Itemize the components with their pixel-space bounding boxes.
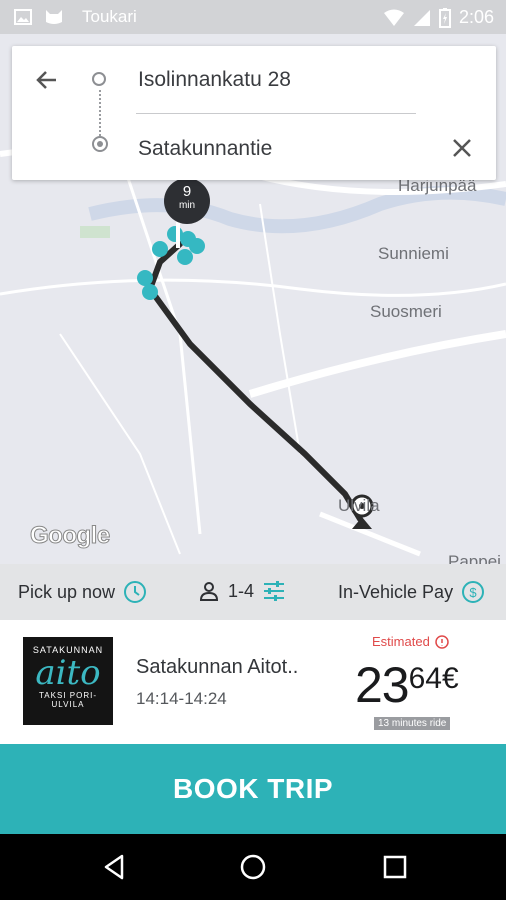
price-decimal: 64€ — [408, 662, 459, 695]
person-icon — [199, 582, 219, 601]
passengers-label: 1-4 — [228, 580, 255, 601]
payment-label: In-Vehicle Pay — [338, 581, 454, 602]
map-label-pappei: Pappei — [448, 552, 501, 564]
home-nav-icon[interactable] — [238, 852, 268, 882]
eta-unit: min — [178, 200, 196, 211]
provider-name: Satakunnan Aitot.. — [136, 656, 299, 678]
map-label-sunniemi: Sunniemi — [378, 244, 449, 263]
pickup-time-option[interactable]: Pick up now — [18, 580, 147, 604]
book-trip-button[interactable]: BOOK TRIP — [0, 744, 506, 834]
price: 2364€ — [355, 656, 459, 714]
gallery-icon — [14, 9, 32, 25]
google-attribution: Google — [30, 522, 111, 550]
origin-marker-icon — [92, 72, 106, 86]
estimated-indicator: Estimated — [372, 634, 449, 649]
sliders-icon — [264, 581, 285, 601]
signal-icon — [413, 9, 430, 26]
cat-icon — [46, 10, 62, 24]
clock-icon — [124, 581, 147, 603]
taxi-provider-row[interactable]: SATAKUNNAN aito TAKSI PORI-ULVILA Sataku… — [0, 620, 506, 744]
pickup-label: Pick up now — [18, 581, 116, 602]
wifi-icon — [383, 9, 404, 26]
map-label-suosmeri: Suosmeri — [370, 302, 442, 321]
destination-input[interactable] — [136, 136, 420, 162]
trip-options-bar: Pick up now 1-4 In-Vehicle Pay $ — [0, 564, 506, 620]
eta-bubble: 9 min — [164, 178, 210, 224]
pickup-window: 14:14-14:24 — [136, 689, 227, 708]
system-nav-bar — [0, 834, 506, 900]
map-label-ulvila: Ulvila — [338, 496, 380, 515]
status-time: 2:06 — [458, 7, 494, 27]
dollar-icon: $ — [462, 581, 485, 603]
payment-option[interactable]: In-Vehicle Pay $ — [338, 580, 485, 604]
info-icon[interactable] — [435, 634, 449, 649]
destination-marker-icon — [92, 136, 108, 152]
back-arrow-icon[interactable] — [32, 66, 60, 94]
route-search-card — [12, 46, 496, 180]
ride-duration-badge: 13 minutes ride — [374, 717, 451, 730]
status-bar: Toukari 2:06 — [0, 0, 506, 34]
origin-input[interactable] — [136, 67, 420, 93]
back-nav-icon[interactable] — [100, 852, 130, 882]
route-connector — [99, 90, 101, 136]
carrier-name: Toukari — [82, 7, 137, 26]
battery-icon — [438, 7, 451, 28]
eta-value: 9 — [182, 183, 192, 200]
passengers-option[interactable]: 1-4 — [198, 580, 286, 602]
logo-main-text: aito — [35, 653, 101, 693]
price-main: 23 — [355, 657, 410, 713]
svg-text:$: $ — [469, 585, 477, 600]
logo-bottom-text: TAKSI PORI-ULVILA — [39, 691, 97, 709]
provider-logo: SATAKUNNAN aito TAKSI PORI-ULVILA — [23, 637, 113, 725]
estimated-label: Estimated — [372, 634, 430, 649]
recents-nav-icon[interactable] — [380, 852, 410, 882]
close-icon[interactable] — [448, 134, 476, 162]
field-divider — [136, 113, 416, 114]
